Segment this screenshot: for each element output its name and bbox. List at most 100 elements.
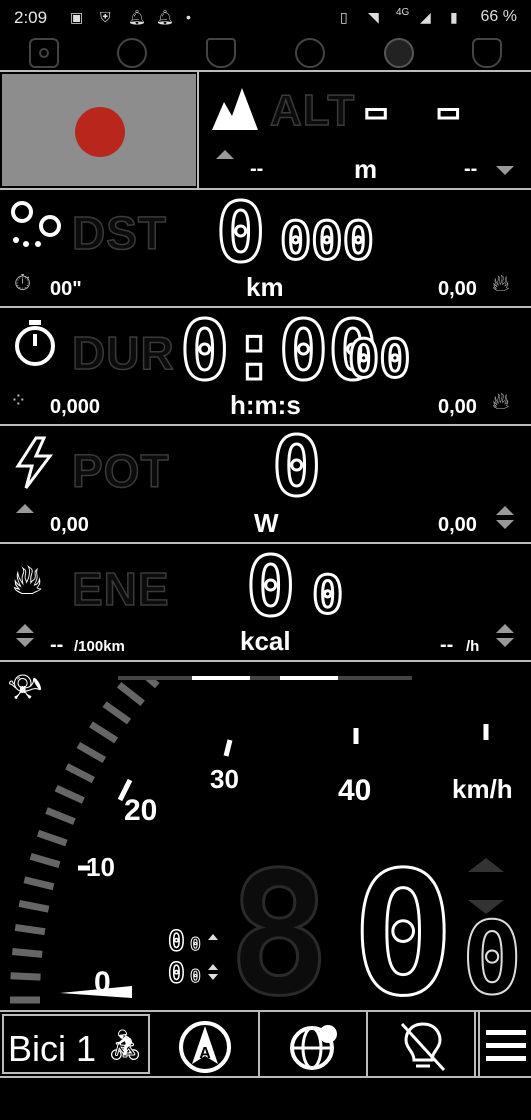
- record-icon: [39, 48, 49, 58]
- distance-value-decimals: 000: [279, 211, 376, 274]
- bike-profile-button[interactable]: Bici 1 🚴︎: [2, 1014, 150, 1074]
- gauge-tick: [116, 681, 145, 707]
- gauge-major-tick: [223, 739, 233, 757]
- cyclist-icon: 🚴︎: [106, 1029, 145, 1062]
- network-type: 4G: [396, 7, 410, 18]
- duration-unit: h:m:s: [230, 390, 301, 420]
- bell-icon: 🔔︎: [128, 9, 146, 25]
- hamburger-icon: [486, 1030, 526, 1061]
- power-label: POT: [71, 444, 170, 498]
- duration-label: DUR: [71, 326, 175, 380]
- divider: [0, 70, 531, 72]
- aux-top-small: 0: [190, 934, 202, 956]
- duration-right-value: 0,00: [438, 396, 477, 418]
- globe-pin-icon: [290, 1025, 337, 1070]
- gauge-tick: [54, 784, 85, 804]
- aux-top-value: 0: [167, 923, 185, 958]
- gauge-tick: [23, 876, 55, 891]
- route-icon: [11, 201, 61, 247]
- map-pin-tab[interactable]: [384, 38, 414, 68]
- gauge-tick: [145, 680, 160, 689]
- aux-bottom-value: 0: [167, 955, 185, 990]
- map-location-button[interactable]: [260, 1012, 368, 1078]
- aux-bottom-small: 0: [190, 966, 202, 988]
- gauge-label-10: 10: [86, 852, 115, 882]
- speed-down-icon: [468, 900, 504, 914]
- gauge-tick: [89, 721, 119, 744]
- shield-tab[interactable]: [206, 38, 236, 68]
- energy-left-unit: /100km: [74, 638, 125, 655]
- activity-tab[interactable]: [295, 38, 325, 68]
- altitude-left-value: --: [250, 158, 264, 180]
- speed-up-icon: [468, 858, 504, 872]
- energy-value: 0: [244, 539, 296, 637]
- record-dot-icon: [75, 107, 125, 157]
- divider: [0, 424, 531, 426]
- pocket-tab[interactable]: [472, 38, 502, 68]
- compass-letter: A: [199, 1045, 211, 1062]
- status-bar: 2:09 ▣ ⛨ 🔔︎ 🔔︎ • ▯ ◥ 4G ◢ ▮ 66 %: [0, 0, 531, 36]
- battery-level: 66 %: [480, 8, 517, 25]
- gauge-tick: [45, 807, 76, 825]
- system-nav-area: [0, 1080, 531, 1120]
- power-unit: W: [254, 508, 279, 538]
- energy-right-value: --: [440, 634, 454, 656]
- bike-profile-label: Bici 1: [8, 1028, 97, 1069]
- compass-button[interactable]: A: [152, 1012, 260, 1078]
- record-tab[interactable]: [29, 38, 59, 68]
- app-notification-icon: ▣: [70, 9, 84, 25]
- power-left-value: 0,00: [50, 514, 89, 536]
- bulb-off-icon: [400, 1022, 446, 1072]
- power-right-value: 0,00: [438, 514, 477, 536]
- gauge-tick: [102, 701, 132, 725]
- divider-vertical: [197, 72, 199, 188]
- distance-right-value: 0,00: [438, 278, 477, 300]
- route-icon-small: ⁘: [10, 390, 27, 412]
- speed-ghost-digits: 8: [226, 835, 331, 1036]
- dot-icon: •: [186, 9, 191, 25]
- altitude-label: ALT: [269, 85, 356, 136]
- energy-right-unit: /h: [466, 638, 480, 655]
- gauge-tick: [65, 763, 95, 784]
- vibrate-icon: ▯: [340, 9, 348, 25]
- gauge-tick: [29, 852, 61, 869]
- aux-bottom-up-icon: [208, 964, 218, 970]
- altitude-value: - -: [356, 75, 467, 148]
- divider: [0, 188, 531, 190]
- distance-unit: km: [246, 272, 284, 302]
- menu-button[interactable]: [478, 1012, 531, 1078]
- energy-down-icon: [16, 638, 34, 647]
- camera-record-button[interactable]: [2, 74, 196, 186]
- signal-icon: ◢: [420, 9, 431, 25]
- gauge-tick: [11, 948, 43, 958]
- sensor-tab[interactable]: [117, 38, 147, 68]
- altitude-up-icon: [216, 150, 234, 159]
- gauge-tick: [18, 900, 50, 913]
- energy-label: ENE: [71, 562, 170, 616]
- speed-value-decimal: 0: [461, 899, 523, 1018]
- mountain-icon: [212, 88, 258, 130]
- energy-value-decimal: 0: [310, 565, 344, 628]
- energy-up-icon: [16, 624, 34, 633]
- stopwatch-icon-large: [15, 320, 55, 366]
- light-toggle-button[interactable]: [368, 1012, 476, 1078]
- stopwatch-icon: ⏱: [14, 270, 32, 295]
- aux-top-up-icon: [208, 934, 218, 940]
- top-tabs: [0, 36, 531, 70]
- altitude-right-value: --: [464, 158, 478, 180]
- duration-value-seconds: 00: [347, 329, 413, 392]
- altitude-unit: m: [354, 154, 378, 184]
- status-time: 2:09: [14, 8, 48, 27]
- bell-icon-2: 🔔︎: [156, 9, 174, 25]
- energy-up-icon-right: [496, 624, 514, 633]
- distance-label: DST: [71, 206, 167, 260]
- gauge-tick: [76, 741, 107, 764]
- flame-icon: 🔥︎: [492, 388, 510, 415]
- divider: [0, 660, 531, 662]
- speed-value: 0: [350, 835, 455, 1036]
- power-value: 0: [270, 419, 322, 517]
- gauge-tick: [10, 972, 41, 981]
- lightning-icon: [15, 436, 53, 489]
- energy-down-icon-right: [496, 638, 514, 647]
- battery-icon: ▮: [450, 9, 458, 25]
